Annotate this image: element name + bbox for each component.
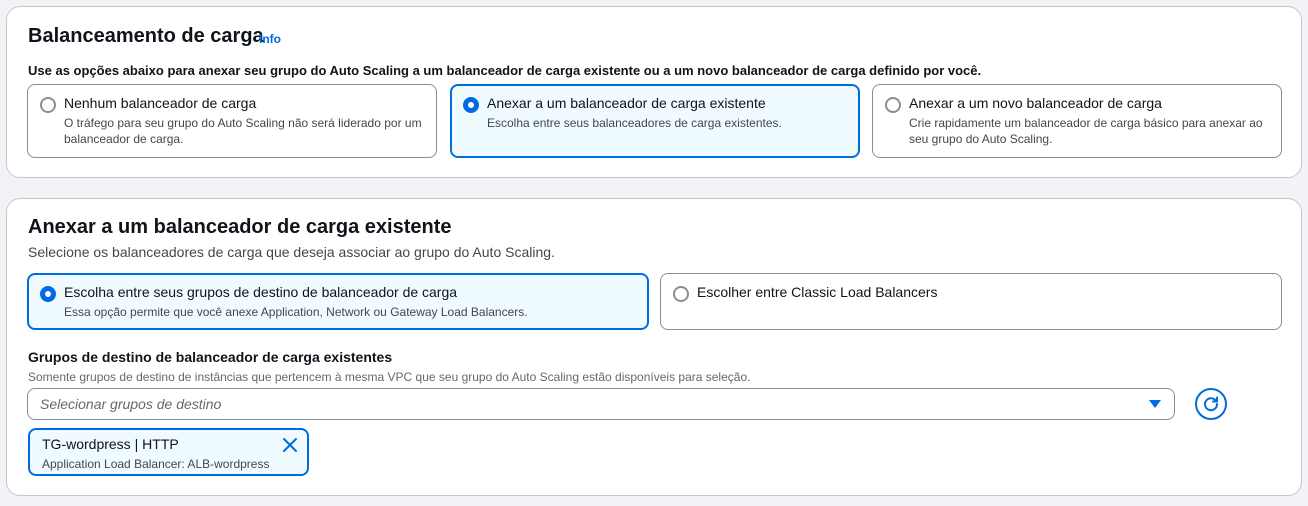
info-link[interactable]: Info <box>259 32 281 46</box>
option-label: Anexar a um balanceador de carga existen… <box>487 95 766 111</box>
option-label: Anexar a um novo balanceador de carga <box>909 95 1162 111</box>
option-description: O tráfego para seu grupo do Auto Scaling… <box>64 116 422 146</box>
radio-attach-existing[interactable] <box>463 97 479 113</box>
option-target-groups[interactable]: Escolha entre seus grupos de destino de … <box>27 273 649 330</box>
option-attach-existing[interactable]: Anexar a um balanceador de carga existen… <box>450 84 860 158</box>
option-attach-new[interactable]: Anexar a um novo balanceador de carga Cr… <box>872 84 1282 158</box>
option-description: Essa opção permite que você anexe Applic… <box>64 305 528 319</box>
target-groups-label: Grupos de destino de balanceador de carg… <box>28 349 393 365</box>
token-label: TG-wordpress | HTTP <box>42 436 179 452</box>
radio-attach-new[interactable] <box>885 97 901 113</box>
option-no-load-balancer[interactable]: Nenhum balanceador de carga O tráfego pa… <box>27 84 437 158</box>
load-balancing-description: Use as opções abaixo para anexar seu gru… <box>28 63 982 78</box>
option-description: Crie rapidamente um balanceador de carga… <box>909 116 1263 146</box>
option-label: Nenhum balanceador de carga <box>64 95 257 111</box>
attach-existing-description: Selecione os balanceadores de carga que … <box>28 244 555 260</box>
attach-existing-panel: Anexar a um balanceador de carga existen… <box>6 198 1302 496</box>
load-balancing-panel: Balanceamento de carga Info Use as opçõe… <box>6 6 1302 178</box>
refresh-button[interactable] <box>1195 388 1227 420</box>
option-label: Escolher entre Classic Load Balancers <box>697 284 938 300</box>
token-tg-wordpress: TG-wordpress | HTTP Application Load Bal… <box>28 428 309 476</box>
option-description: Escolha entre seus balanceadores de carg… <box>487 116 782 130</box>
select-placeholder: Selecionar grupos de destino <box>40 396 222 412</box>
load-balancing-title: Balanceamento de carga <box>28 25 264 47</box>
option-classic-load-balancers[interactable]: Escolher entre Classic Load Balancers <box>660 273 1282 330</box>
refresh-icon <box>1204 396 1219 412</box>
close-icon[interactable] <box>281 436 299 454</box>
caret-down-icon <box>1149 400 1161 408</box>
attach-existing-title: Anexar a um balanceador de carga existen… <box>28 216 452 238</box>
radio-classic-load-balancers[interactable] <box>673 286 689 302</box>
token-description: Application Load Balancer: ALB-wordpress <box>42 457 270 471</box>
option-label: Escolha entre seus grupos de destino de … <box>64 284 458 300</box>
target-groups-description: Somente grupos de destino de instâncias … <box>28 370 751 384</box>
radio-target-groups[interactable] <box>40 286 56 302</box>
target-groups-select[interactable]: Selecionar grupos de destino <box>27 388 1175 420</box>
radio-no-load-balancer[interactable] <box>40 97 56 113</box>
